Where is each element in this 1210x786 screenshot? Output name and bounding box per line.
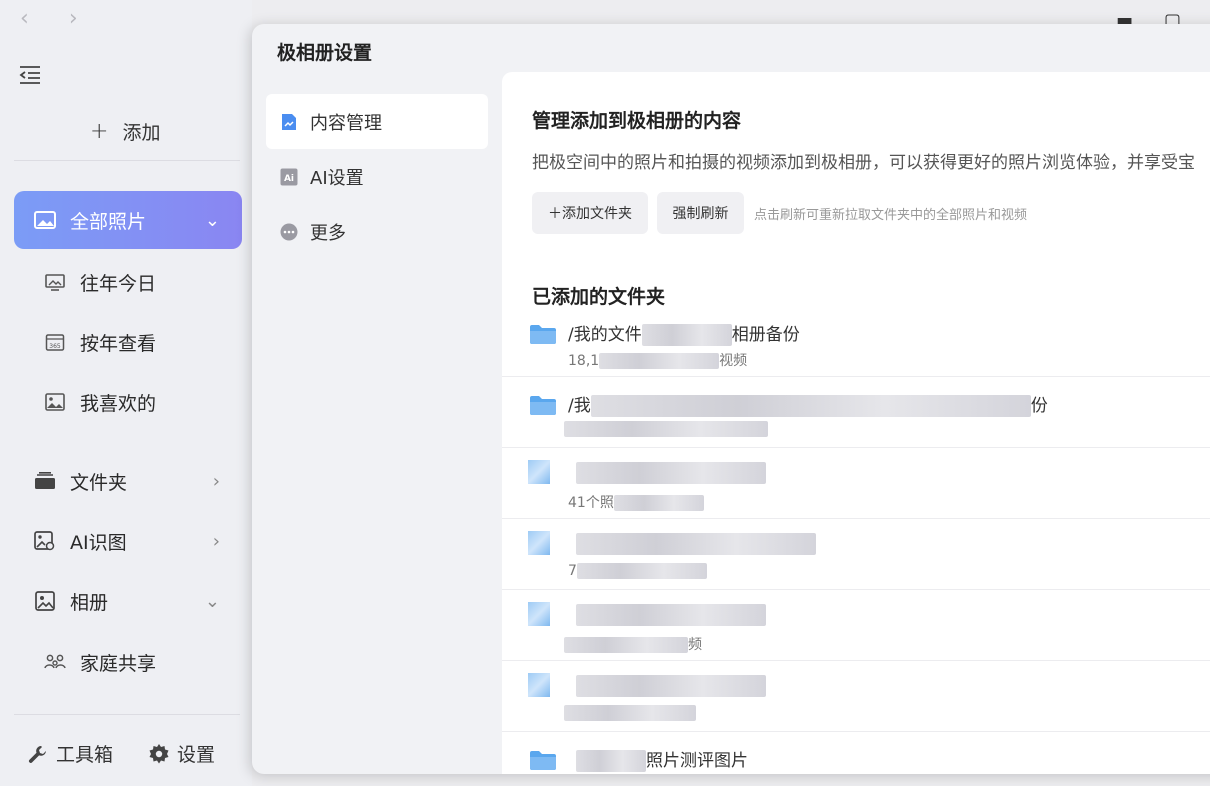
toolbox-button[interactable]: 工具箱 <box>28 740 113 767</box>
svg-text:365: 365 <box>49 343 61 350</box>
nav-label: 全部照片 <box>70 210 147 233</box>
calendar-365-icon: 365 <box>44 331 66 353</box>
image-icon <box>44 391 66 413</box>
folder-icon <box>528 531 550 555</box>
nav-label: 相册 <box>70 591 109 614</box>
nav-label: 家庭共享 <box>80 652 157 675</box>
nav-label: 我喜欢的 <box>80 392 157 415</box>
divider <box>14 714 240 715</box>
folder-icon <box>530 325 556 344</box>
chevron-down-icon: ⌄ <box>204 590 220 612</box>
folder-row[interactable]: 41个照 <box>502 448 1210 519</box>
section-description: 把极空间中的照片和拍摄的视频添加到极相册，可以获得更好的照片浏览体验，并享受宝 <box>532 153 1195 173</box>
folder-path <box>576 462 766 484</box>
content-manage-icon <box>280 113 298 131</box>
add-folder-button[interactable]: ＋添加文件夹 <box>532 192 648 234</box>
menu-label: AI设置 <box>310 167 364 189</box>
folder-row[interactable]: /我份 <box>502 377 1210 448</box>
folder-stats: 7 <box>568 563 707 579</box>
folder-icon <box>530 751 556 770</box>
ai-image-icon <box>34 530 56 552</box>
album-icon <box>34 590 56 612</box>
more-icon <box>280 223 298 241</box>
folder-path: /我的文件 相册备份 <box>568 324 800 346</box>
nav-family-sharing[interactable]: 家庭共享 <box>14 633 242 691</box>
menu-label: 更多 <box>310 222 346 244</box>
folders-title: 已添加的文件夹 <box>532 286 666 308</box>
folder-icon <box>528 460 550 484</box>
divider <box>14 160 240 161</box>
folder-stats: 18,1 视频 <box>568 353 748 369</box>
add-label: 添加 <box>122 122 161 144</box>
folder-stats: 频 <box>564 634 702 654</box>
force-refresh-button[interactable]: 强制刷新 <box>657 192 744 234</box>
nav-ai-recognition[interactable]: AI识图 › <box>14 512 242 570</box>
refresh-hint: 点击刷新可重新拉取文件夹中的全部照片和视频 <box>754 208 1028 223</box>
folder-path <box>576 675 766 697</box>
folder-path <box>576 533 816 555</box>
settings-menu: 内容管理 Ai AI设置 更多 <box>266 94 488 259</box>
folder-row[interactable]: 频 <box>502 590 1210 661</box>
settings-dialog: 极相册设置 内容管理 Ai AI设置 更多 管理添加到极相册的内容 把极空间中的… <box>252 24 1210 774</box>
folder-path: 照片测评图片 <box>576 746 748 772</box>
folder-row[interactable]: 7 <box>502 519 1210 590</box>
folder-icon <box>530 396 556 415</box>
photo-icon <box>34 209 56 231</box>
toolbox-label: 工具箱 <box>56 744 114 766</box>
collapse-sidebar-icon[interactable] <box>18 64 42 86</box>
nav-label: AI识图 <box>70 531 127 554</box>
folder-row[interactable] <box>502 661 1210 732</box>
menu-more[interactable]: 更多 <box>266 204 488 259</box>
folder-stats <box>564 421 768 437</box>
gear-icon <box>149 743 169 763</box>
nav-label: 文件夹 <box>70 471 128 494</box>
nav-by-year[interactable]: 365 按年查看 <box>14 313 242 371</box>
folder-icon <box>528 673 550 697</box>
dialog-title: 极相册设置 <box>277 42 373 64</box>
folder-row[interactable]: /我的文件 相册备份 18,1 视频 <box>502 306 1210 377</box>
chevron-right-icon: › <box>212 530 220 552</box>
nav-favorites[interactable]: 我喜欢的 <box>14 373 242 431</box>
menu-ai-settings[interactable]: Ai AI设置 <box>266 149 488 204</box>
plus-icon: + <box>90 119 109 144</box>
history-nav: ‹ › <box>20 6 78 31</box>
wrench-icon <box>28 745 46 763</box>
chevron-right-icon: › <box>212 470 220 492</box>
app-sidebar: ‹ › + 添加 全部照片 ⌄ 往年今日 365 按年查看 我喜欢的 文件夹 ›… <box>0 0 252 786</box>
nav-label: 往年今日 <box>80 272 157 295</box>
back-arrow-icon[interactable]: ‹ <box>20 6 29 31</box>
settings-label: 设置 <box>177 744 216 766</box>
menu-content-management[interactable]: 内容管理 <box>266 94 488 149</box>
folder-stats <box>564 705 696 721</box>
forward-arrow-icon[interactable]: › <box>69 6 78 31</box>
chevron-down-icon: ⌄ <box>204 209 220 231</box>
monitor-photo-icon <box>44 271 66 293</box>
nav-albums[interactable]: 相册 ⌄ <box>14 572 242 630</box>
content-panel: 管理添加到极相册的内容 把极空间中的照片和拍摄的视频添加到极相册，可以获得更好的… <box>502 72 1210 774</box>
nav-all-photos[interactable]: 全部照片 ⌄ <box>14 191 242 249</box>
svg-text:Ai: Ai <box>284 174 294 184</box>
nav-label: 按年查看 <box>80 332 157 355</box>
nav-folders[interactable]: 文件夹 › <box>14 452 242 510</box>
folder-stats: 41个照 <box>568 492 704 512</box>
folder-path <box>576 604 766 626</box>
settings-button[interactable]: 设置 <box>149 740 215 767</box>
folder-row[interactable]: 照片测评图片 <box>502 732 1210 774</box>
add-button[interactable]: + 添加 <box>90 118 160 145</box>
menu-label: 内容管理 <box>310 112 382 134</box>
section-title: 管理添加到极相册的内容 <box>532 110 742 132</box>
folder-stack-icon <box>34 470 56 492</box>
folder-path: /我份 <box>568 395 1048 417</box>
nav-on-this-day[interactable]: 往年今日 <box>14 253 242 311</box>
bottom-tools: 工具箱 设置 <box>28 740 215 767</box>
ai-icon: Ai <box>280 168 298 186</box>
folder-icon <box>528 602 550 626</box>
family-icon <box>44 651 66 673</box>
